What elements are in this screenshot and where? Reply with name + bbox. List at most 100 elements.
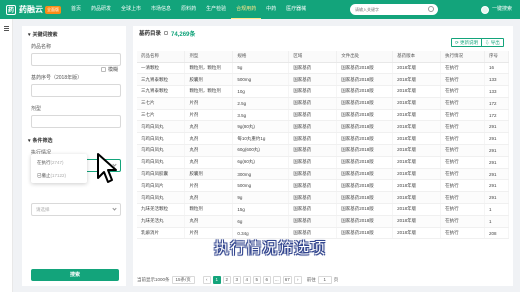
export-button[interactable]: ⇩ 导出 (481, 38, 504, 47)
table-row[interactable]: 三七片 片剂 2.5g 国家基药 国家基药2018版 2018年版 在执行 172 (137, 97, 510, 110)
table-row[interactable]: 一清颗粒 颗粒剂，颗粒剂 5g 国家基药 国家基药2018版 2018年版 在执行 16 (137, 62, 510, 75)
option-count: (2747) (50, 160, 64, 165)
drug-table: 药品名称 剂型 规格 区域 文件出处 基药版本 执行情况 序号 一清颗粒 颗粒剂，颗粒剂 5g 国家… (137, 51, 510, 240)
nav-item-devices[interactable]: 医疗器械 (281, 0, 311, 19)
page-button[interactable]: 2 (222, 276, 231, 284)
nav-item-tcm[interactable]: 中药 (261, 0, 281, 19)
table-row[interactable]: 三七片 片剂 3.5g 国家基药 国家基药2018版 2018年版 在执行 172 (137, 109, 510, 122)
table-row[interactable]: 乌鸡白凤丸 丸剂 60g(600丸) 国家基药 国家基药2018版 2018年版 在执行 29… (137, 144, 510, 157)
table-cell: 5g (232, 62, 290, 75)
page-button[interactable]: 6 (262, 276, 271, 284)
nav-item-global-market[interactable]: 全球上市 (116, 0, 146, 19)
avatar[interactable] (480, 5, 489, 14)
info-icon[interactable] (164, 31, 169, 35)
column-header[interactable]: 剂型 (184, 51, 234, 63)
table-cell: 国家基药 (288, 132, 338, 146)
table-cell: 9g (232, 191, 290, 205)
per-page-select[interactable]: 15条/页 (171, 276, 195, 284)
table-row[interactable]: 乌鸡白凤丸 丸剂 9g(80丸) 国家基药 国家基药2018版 2018年版 在执行 291 (137, 120, 510, 134)
table-cell: 乌鸡白凤丸 (137, 132, 186, 146)
table-cell: 国家基药2018版 (336, 179, 394, 193)
checkbox-icon[interactable] (100, 67, 106, 72)
dosage-input[interactable] (31, 115, 121, 128)
nav-item-api[interactable]: 原料药 (176, 0, 201, 19)
drug-name-input[interactable] (31, 53, 121, 66)
table-cell: 三七片 (137, 97, 186, 110)
table-cell: 国家基药 (288, 179, 338, 193)
page-button[interactable]: 67 (282, 276, 292, 284)
menu-icon[interactable] (4, 26, 9, 32)
side-rail (0, 19, 13, 292)
table-cell: 颗粒剂，颗粒剂 (184, 85, 234, 98)
table-cell: 乌鸡白凤丸 (137, 120, 186, 134)
prev-page-button[interactable]: ‹ (202, 276, 211, 284)
nav-item-drug-rd[interactable]: 药品研发 (86, 0, 116, 19)
table-cell: 在执行 (440, 144, 485, 157)
brand-logo[interactable]: 药 药融云 全面版 (0, 4, 66, 15)
nav-item-production[interactable]: 生产检验 (201, 0, 231, 19)
exec-status-dropdown: 在执行(2747) 已撤止(17122) (31, 154, 87, 183)
column-header[interactable]: 执行情况 (440, 51, 485, 63)
table-row[interactable]: 乌鸡白凤丸 丸剂 每10丸重约1g 国家基药 国家基药2018版 2018年版 在执行 291 (137, 132, 510, 146)
table-row[interactable]: 乌鸡白凤胶囊 胶囊剂 300mg 国家基药 国家基药2018版 2018年版 在执行 291 (137, 168, 510, 181)
nav-item-compliance[interactable]: 合规用药 (231, 0, 262, 19)
column-header[interactable]: 规格 (232, 51, 290, 63)
table-cell: 291 (484, 120, 510, 134)
ref-number-input[interactable] (31, 84, 121, 97)
search-icon[interactable] (428, 6, 434, 12)
table-row[interactable]: 乌鸡白凤丸 丸剂 9g 国家基药 国家基药2018版 2018年版 在执行 291 (137, 191, 510, 205)
nav-item-market-info[interactable]: 市场信息 (146, 0, 176, 19)
column-header[interactable]: 序号 (484, 51, 510, 63)
table-cell: 291 (484, 168, 510, 181)
table-row[interactable]: 九味羌活颗粒 颗粒剂 15g 国家基药 国家基药2018版 2018年版 在执行 1 (137, 203, 510, 216)
user-label[interactable]: 一键搜索 (492, 0, 512, 19)
table-cell: 在执行 (440, 227, 485, 240)
page-button[interactable]: 5 (252, 276, 261, 284)
user-menu[interactable]: 一键搜索 (480, 0, 512, 19)
page-button[interactable]: 4 (242, 276, 251, 284)
fuzzy-checkbox[interactable]: 模糊 (100, 66, 118, 73)
table-cell: 2.5g (232, 97, 290, 110)
secondary-select[interactable]: 请选择 (31, 203, 121, 216)
dropdown-option-revoked[interactable]: 已撤止(17122) (31, 169, 87, 182)
table-cell: 291 (484, 179, 510, 193)
page-button[interactable]: ... (272, 276, 281, 284)
table-cell: 国家基药 (288, 85, 338, 98)
table-cell: 2018年版 (392, 132, 442, 146)
table-row[interactable]: 乌鸡白凤片 片剂 500mg 国家基药 国家基药2018版 2018年版 在执行 291 (137, 179, 510, 193)
column-header[interactable]: 基药版本 (392, 51, 442, 63)
nav-item-home[interactable]: 首页 (66, 0, 86, 19)
table-cell: 颗粒剂，颗粒剂 (184, 62, 234, 75)
table-cell: 在执行 (440, 109, 485, 122)
column-header[interactable]: 药品名称 (137, 51, 186, 63)
table-row[interactable]: 三九胃泰颗粒 胶囊剂 500mg 国家基药 国家基药2018版 2018年版 在执行 133 (137, 73, 510, 87)
table-cell: 2018年版 (392, 203, 442, 216)
table-cell: 国家基药 (288, 144, 338, 157)
table-cell: 2018年版 (392, 62, 442, 75)
table-cell: 2018年版 (392, 179, 442, 193)
dropdown-option-active[interactable]: 在执行(2747) (31, 156, 87, 169)
table-cell: 2018年版 (392, 156, 442, 169)
logo-icon: 药 (6, 4, 16, 15)
next-page-button[interactable]: › (293, 276, 302, 284)
global-search-input[interactable] (355, 7, 425, 12)
export-label: 导出 (490, 40, 500, 45)
table-row[interactable]: 三九胃泰颗粒 颗粒剂，颗粒剂 10g 国家基药 国家基药2018版 2018年版 在执行 13… (137, 85, 510, 98)
search-button[interactable]: 搜索 (31, 269, 119, 281)
global-search[interactable] (350, 4, 438, 15)
column-header[interactable]: 文件出处 (336, 51, 394, 63)
goto-input[interactable]: 1 (317, 276, 332, 284)
table-cell: 10g (232, 85, 290, 98)
table-cell: 208 (484, 227, 510, 240)
page-button[interactable]: 3 (232, 276, 241, 284)
dosage-label: 剂型 (31, 106, 42, 112)
table-row[interactable]: 九味羌活丸 丸剂 6g 国家基药 国家基药2018版 2018年版 在执行 1 (137, 215, 510, 228)
video-subtitle: 执行情况筛选项 (214, 239, 327, 257)
table-row[interactable]: 乌鸡白凤丸 丸剂 6g(60丸) 国家基药 国家基药2018版 2018年版 在执行 291 (137, 156, 510, 169)
update-notes-button[interactable]: ⟳ 更新说明 (451, 38, 483, 47)
table-cell: 在执行 (440, 73, 485, 87)
drug-name-label: 药品名称 (31, 44, 52, 50)
table-cell: 乌鸡白凤丸 (137, 191, 186, 205)
column-header[interactable]: 区域 (288, 51, 338, 63)
page-button[interactable]: 1 (212, 276, 221, 284)
